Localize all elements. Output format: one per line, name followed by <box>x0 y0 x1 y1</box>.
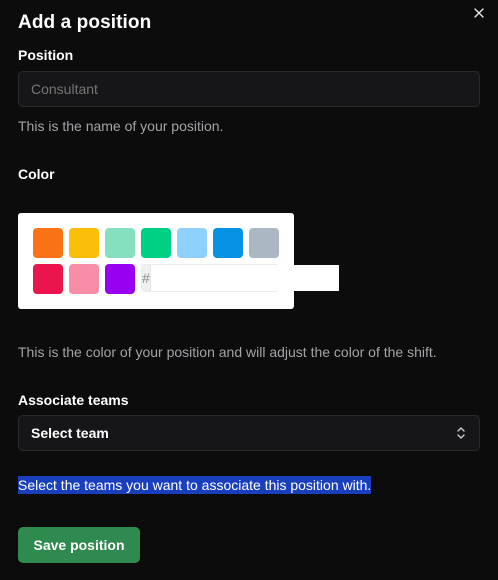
save-position-button[interactable]: Save position <box>18 527 140 563</box>
close-icon[interactable] <box>472 6 486 20</box>
color-swatch-light-blue[interactable] <box>177 228 207 258</box>
color-swatch-orange[interactable] <box>33 228 63 258</box>
chevron-up-down-icon <box>455 426 467 440</box>
color-picker: # <box>18 213 339 309</box>
position-help-text: This is the name of your position. <box>18 118 224 134</box>
hex-color-input[interactable] <box>150 265 339 291</box>
position-input[interactable] <box>18 71 480 107</box>
associate-teams-label: Associate teams <box>18 392 129 408</box>
color-help-text: This is the color of your position and w… <box>18 344 437 360</box>
color-swatch-amber[interactable] <box>69 228 99 258</box>
color-swatch-green[interactable] <box>141 228 171 258</box>
color-swatch-mint[interactable] <box>105 228 135 258</box>
color-label: Color <box>18 166 55 182</box>
color-swatch-purple[interactable] <box>105 264 135 294</box>
dialog-title: Add a position <box>18 12 152 33</box>
teams-help-text: Select the teams you want to associate t… <box>18 476 372 494</box>
color-swatch-gray[interactable] <box>249 228 279 258</box>
team-select-value: Select team <box>31 425 109 441</box>
color-swatch-pink[interactable] <box>69 264 99 294</box>
add-position-dialog: Add a position Position This is the name… <box>0 0 498 580</box>
color-swatch-red[interactable] <box>33 264 63 294</box>
color-swatch-blue[interactable] <box>213 228 243 258</box>
team-select[interactable]: Select team <box>18 415 480 451</box>
position-label: Position <box>18 47 74 63</box>
hex-prefix: # <box>142 265 151 291</box>
selected-text-highlight: Select the teams you want to associate t… <box>18 476 372 494</box>
hex-color-field: # <box>141 264 339 292</box>
